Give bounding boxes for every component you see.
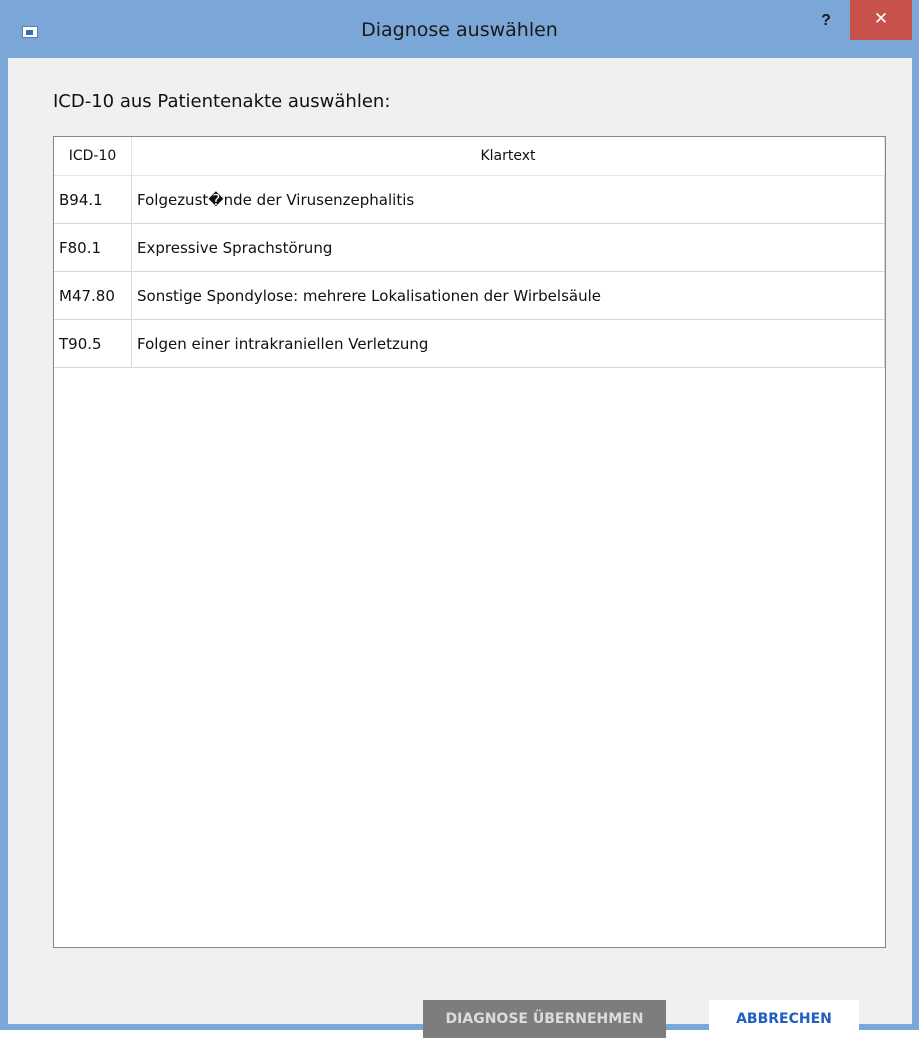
diagnosis-grid: ICD-10 Klartext B94.1 Folgezust�nde der …: [54, 137, 885, 368]
cell-klartext[interactable]: Folgen einer intrakraniellen Verletzung: [131, 319, 885, 368]
window-title: Diagnose auswählen: [361, 19, 558, 41]
dialog-window: Diagnose auswählen ? ✕ ICD-10 aus Patien…: [0, 0, 919, 1038]
close-button[interactable]: ✕: [850, 0, 912, 40]
cancel-button[interactable]: ABBRECHEN: [709, 1000, 859, 1038]
cell-klartext[interactable]: Expressive Sprachstörung: [131, 223, 885, 272]
table-row[interactable]: M47.80 Sonstige Spondylose: mehrere Loka…: [54, 271, 885, 320]
table-row[interactable]: F80.1 Expressive Sprachstörung: [54, 223, 885, 272]
cell-icd-code[interactable]: B94.1: [54, 175, 132, 224]
prompt-label: ICD-10 aus Patientenakte auswählen:: [53, 91, 391, 112]
table-row[interactable]: T90.5 Folgen einer intrakraniellen Verle…: [54, 319, 885, 368]
table-row[interactable]: B94.1 Folgezust�nde der Virusenzephaliti…: [54, 175, 885, 224]
cell-icd-code[interactable]: F80.1: [54, 223, 132, 272]
cell-klartext[interactable]: Sonstige Spondylose: mehrere Lokalisatio…: [131, 271, 885, 320]
cell-icd-code[interactable]: M47.80: [54, 271, 132, 320]
apply-diagnosis-button[interactable]: DIAGNOSE ÜBERNEHMEN: [423, 1000, 666, 1038]
column-header-icd10[interactable]: ICD-10: [54, 137, 132, 176]
column-header-klartext[interactable]: Klartext: [131, 137, 885, 176]
cell-icd-code[interactable]: T90.5: [54, 319, 132, 368]
diagnosis-table[interactable]: ICD-10 Klartext B94.1 Folgezust�nde der …: [53, 136, 886, 948]
close-icon: ✕: [873, 9, 889, 29]
table-header-row: ICD-10 Klartext: [54, 137, 885, 176]
help-button[interactable]: ?: [812, 8, 840, 36]
title-bar[interactable]: Diagnose auswählen ? ✕: [0, 0, 919, 58]
dialog-content: ICD-10 aus Patientenakte auswählen: ICD-…: [8, 58, 912, 1038]
cell-klartext[interactable]: Folgezust�nde der Virusenzephalitis: [131, 175, 885, 224]
